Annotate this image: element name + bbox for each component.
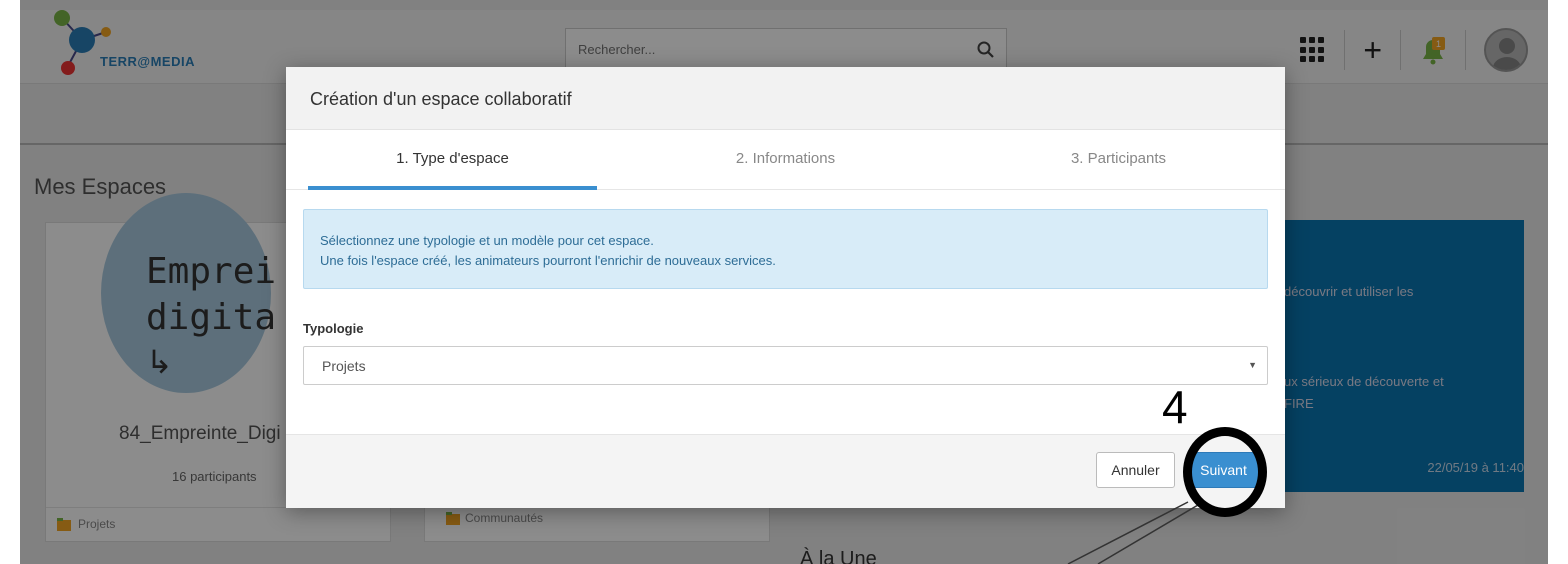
modal-footer: Annuler Suivant bbox=[286, 434, 1285, 508]
cancel-button[interactable]: Annuler bbox=[1096, 452, 1175, 488]
wizard-tabs: 1. Type d'espace 2. Informations 3. Part… bbox=[286, 130, 1285, 190]
caret-down-icon: ▼ bbox=[1248, 360, 1257, 370]
modal-title: Création d'un espace collaboratif bbox=[286, 67, 1285, 130]
typologie-select[interactable]: Projets ▼ bbox=[303, 346, 1268, 385]
tab-participants[interactable]: 3. Participants bbox=[952, 130, 1285, 189]
info-text: Une fois l'espace créé, les animateurs p… bbox=[320, 253, 776, 268]
info-alert: Sélectionnez une typologie et un modèle … bbox=[303, 209, 1268, 289]
tab-type[interactable]: 1. Type d'espace bbox=[286, 130, 619, 190]
typologie-value: Projets bbox=[322, 358, 366, 374]
info-text: Sélectionnez une typologie et un modèle … bbox=[320, 233, 654, 248]
annotation-step-number: 4 bbox=[1162, 381, 1188, 433]
tab-informations[interactable]: 2. Informations bbox=[619, 130, 952, 189]
typologie-label: Typologie bbox=[303, 321, 364, 336]
create-space-modal: Création d'un espace collaboratif 1. Typ… bbox=[286, 67, 1285, 508]
app-background: TERR@MEDIA + 1 bbox=[20, 0, 1548, 564]
annotation-circle bbox=[1183, 427, 1267, 517]
